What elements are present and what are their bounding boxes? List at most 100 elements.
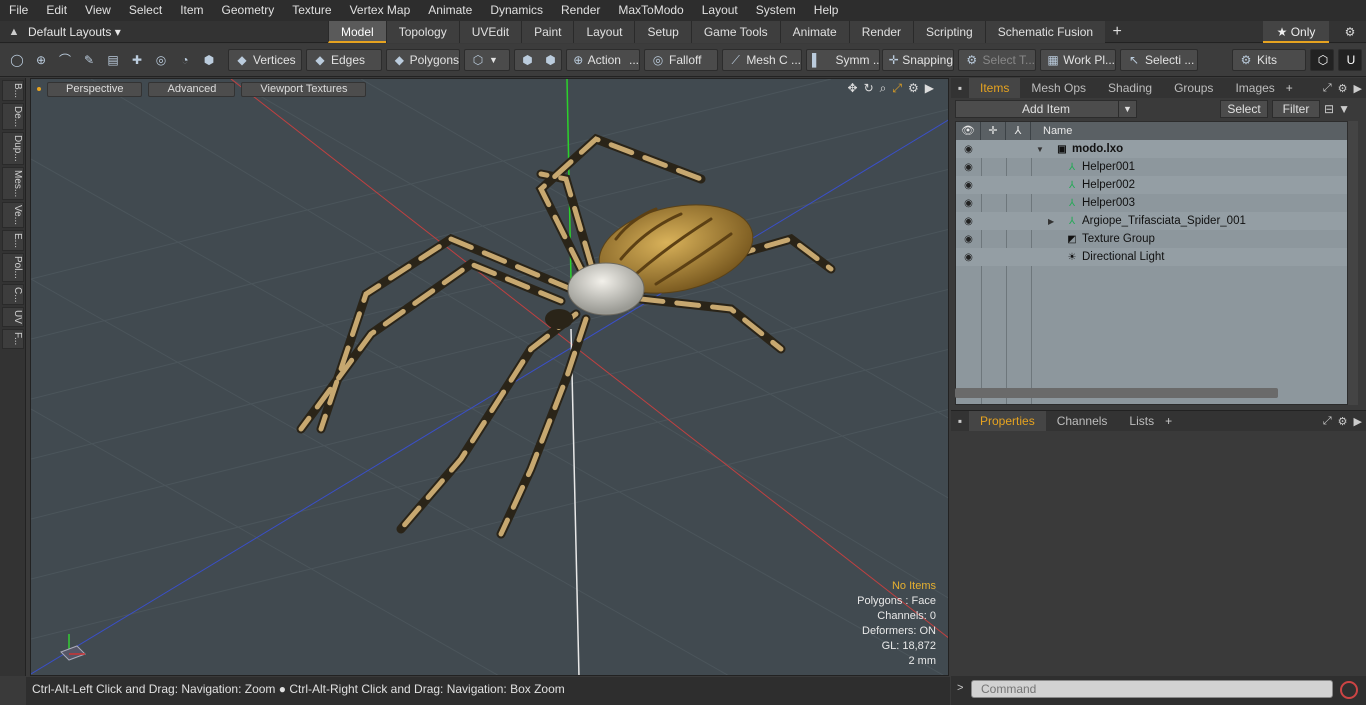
gear-icon[interactable]: ⚙ bbox=[1340, 21, 1360, 43]
tab-lists[interactable]: Lists bbox=[1118, 411, 1165, 431]
panel-menu-icon[interactable]: ▪ bbox=[951, 414, 969, 428]
command-history-icon[interactable]: > bbox=[957, 682, 963, 694]
tab-topology[interactable]: Topology bbox=[385, 20, 459, 43]
menu-maxtomodo[interactable]: MaxToModo bbox=[609, 0, 692, 21]
lock-column-icon[interactable]: ✛ bbox=[981, 122, 1006, 140]
add-tab-icon[interactable]: + bbox=[1165, 414, 1172, 428]
target-icon[interactable]: ◎ bbox=[153, 53, 169, 67]
menu-render[interactable]: Render bbox=[552, 0, 609, 21]
item-row-helper003[interactable]: ◉ ⅄ Helper003 bbox=[956, 194, 1347, 212]
only-toggle[interactable]: ★ Only bbox=[1263, 21, 1329, 43]
unreal-icon[interactable]: U bbox=[1338, 49, 1362, 71]
add-tab-icon[interactable]: + bbox=[1105, 21, 1129, 43]
select-button[interactable]: Select bbox=[1220, 100, 1268, 118]
symmetry-button[interactable]: ▌ Symm ... bbox=[806, 49, 880, 71]
left-tab-uv[interactable]: UV bbox=[2, 307, 24, 328]
tab-scripting[interactable]: Scripting bbox=[913, 20, 985, 43]
funnel-icon[interactable]: ▼ bbox=[1338, 102, 1350, 116]
menu-select[interactable]: Select bbox=[120, 0, 171, 21]
tab-uvedit[interactable]: UVEdit bbox=[458, 20, 522, 43]
rotate-icon[interactable]: ◔ bbox=[177, 53, 193, 67]
left-tab-basic[interactable]: B... bbox=[2, 80, 24, 102]
visibility-column-icon[interactable]: 👁 bbox=[956, 122, 981, 140]
circle-select-icon[interactable]: ◯ bbox=[9, 53, 25, 67]
eye-icon[interactable]: ◉ bbox=[956, 216, 981, 227]
expand-right-icon[interactable]: ▶ bbox=[1354, 82, 1362, 95]
filter-button[interactable]: Filter bbox=[1272, 100, 1320, 118]
globe-icon[interactable]: ⊕ bbox=[33, 53, 49, 67]
selection-sets-button[interactable]: ↖ Selecti ... bbox=[1120, 49, 1198, 71]
tab-images[interactable]: Images bbox=[1224, 78, 1285, 98]
menu-view[interactable]: View bbox=[76, 0, 120, 21]
polygons-mode-button[interactable]: ◆ Polygons bbox=[386, 49, 460, 71]
work-plane-button[interactable]: ▦ Work Pl... bbox=[1040, 49, 1116, 71]
align-icon[interactable]: ▤ bbox=[105, 53, 121, 67]
add-item-button[interactable]: Add Item ▼ bbox=[955, 100, 1137, 118]
mesh-constraints-button[interactable]: ⟋ Mesh C ... bbox=[722, 49, 802, 71]
advanced-dropdown[interactable]: Advanced bbox=[148, 81, 236, 97]
item-row-spider[interactable]: ◉ ▶ ⅄ Argiope_Trifasciata_Spider_001 bbox=[956, 212, 1347, 230]
move-icon[interactable]: ✥ bbox=[848, 81, 858, 96]
eye-icon[interactable]: ◉ bbox=[956, 180, 981, 191]
item-row-helper002[interactable]: ◉ ⅄ Helper002 bbox=[956, 176, 1347, 194]
tab-animate[interactable]: Animate bbox=[779, 20, 849, 43]
record-icon[interactable] bbox=[1340, 681, 1358, 699]
item-mode-button[interactable]: ⬡ ▼ bbox=[464, 49, 510, 71]
collapse-icon[interactable]: ⊟ bbox=[1324, 102, 1334, 116]
item-list-horizontal-scrollbar[interactable] bbox=[955, 388, 1278, 398]
chevron-down-icon[interactable]: ▼ bbox=[1118, 101, 1136, 117]
gear-icon[interactable]: ⚙ bbox=[1338, 415, 1348, 428]
gear-icon[interactable]: ⚙ bbox=[908, 81, 919, 96]
shield-icon[interactable]: ⬢ bbox=[201, 53, 217, 67]
viewport-menu-dot[interactable] bbox=[37, 87, 41, 91]
tab-properties[interactable]: Properties bbox=[969, 411, 1046, 431]
add-tab-icon[interactable]: + bbox=[1286, 81, 1293, 95]
tab-setup[interactable]: Setup bbox=[634, 20, 691, 43]
tab-groups[interactable]: Groups bbox=[1163, 78, 1224, 98]
name-column-header[interactable]: Name bbox=[1031, 125, 1072, 137]
menu-system[interactable]: System bbox=[747, 0, 805, 21]
left-tab-polygon[interactable]: Pol... bbox=[2, 253, 24, 282]
tab-shading[interactable]: Shading bbox=[1097, 78, 1163, 98]
expand-right-icon[interactable]: ▶ bbox=[925, 81, 934, 96]
vertices-mode-button[interactable]: ◆ Vertices bbox=[228, 49, 302, 71]
edges-mode-button[interactable]: ◆ Edges bbox=[306, 49, 382, 71]
item-row-directional-light[interactable]: ◉ ☀ Directional Light bbox=[956, 248, 1347, 266]
expand-right-icon[interactable]: ▶ bbox=[1354, 415, 1362, 428]
type-column-icon[interactable]: ⅄ bbox=[1006, 122, 1031, 140]
layout-collapse-icon[interactable]: ▲ bbox=[0, 26, 28, 38]
menu-edit[interactable]: Edit bbox=[37, 0, 76, 21]
gear-icon[interactable]: ⚙ bbox=[1338, 82, 1348, 95]
tab-game-tools[interactable]: Game Tools bbox=[690, 20, 780, 43]
menu-animate[interactable]: Animate bbox=[419, 0, 481, 21]
item-row-scene[interactable]: ◉ ▼ ▣ modo.lxo bbox=[956, 140, 1347, 158]
item-row-texture-group[interactable]: ◉ ◩ Texture Group bbox=[956, 230, 1347, 248]
tab-items[interactable]: Items bbox=[969, 78, 1021, 98]
tab-channels[interactable]: Channels bbox=[1046, 411, 1119, 431]
pen-icon[interactable]: ✎ bbox=[81, 53, 97, 67]
expand-triangle-icon[interactable]: ▼ bbox=[1036, 145, 1044, 154]
expand-triangle-icon[interactable]: ▶ bbox=[1048, 217, 1054, 226]
3d-viewport[interactable]: Perspective Advanced Viewport Textures ✥… bbox=[30, 78, 949, 676]
left-tab-fusion[interactable]: F... bbox=[2, 329, 24, 349]
eye-icon[interactable]: ◉ bbox=[956, 198, 981, 209]
tab-layout[interactable]: Layout bbox=[573, 20, 635, 43]
menu-dynamics[interactable]: Dynamics bbox=[481, 0, 552, 21]
left-tab-curve[interactable]: C... bbox=[2, 283, 24, 306]
snapping-button[interactable]: ✛ Snapping bbox=[882, 49, 954, 71]
item-row-helper001[interactable]: ◉ ⅄ Helper001 bbox=[956, 158, 1347, 176]
tab-paint[interactable]: Paint bbox=[521, 20, 574, 43]
action-center-button[interactable]: ⊕ Action... bbox=[566, 49, 640, 71]
kits-button[interactable]: ⚙ Kits bbox=[1232, 49, 1306, 71]
maximize-icon[interactable]: ⤢ bbox=[1323, 82, 1332, 95]
eye-icon[interactable]: ◉ bbox=[956, 234, 981, 245]
component-modes-group[interactable]: ⬢ ⬢ bbox=[514, 49, 562, 71]
orbit-icon[interactable]: ↻ bbox=[864, 81, 874, 96]
menu-geometry[interactable]: Geometry bbox=[213, 0, 284, 21]
lasso-icon[interactable]: ⌒ bbox=[57, 53, 73, 67]
left-tab-mesh[interactable]: Mes... bbox=[2, 166, 24, 201]
menu-layout[interactable]: Layout bbox=[693, 0, 747, 21]
menu-item[interactable]: Item bbox=[171, 0, 212, 21]
maximize-icon[interactable]: ⤢ bbox=[892, 81, 902, 96]
tab-schematic-fusion[interactable]: Schematic Fusion bbox=[984, 20, 1106, 43]
